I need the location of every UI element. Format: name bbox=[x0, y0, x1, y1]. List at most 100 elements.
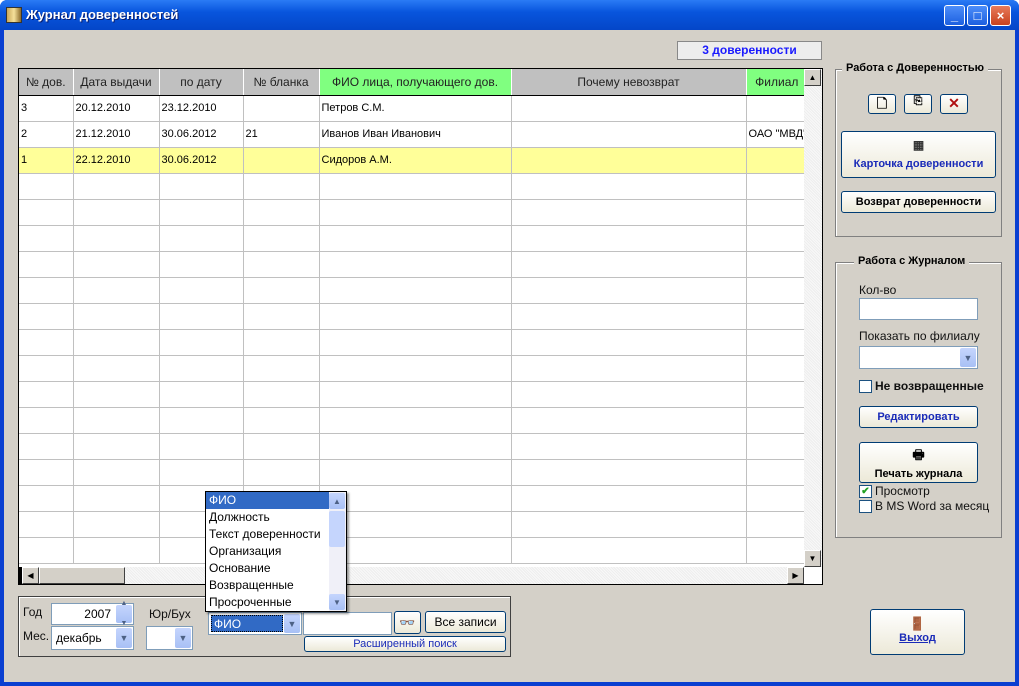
table-cell[interactable]: 23.12.2010 bbox=[159, 95, 244, 122]
table-cell[interactable] bbox=[746, 147, 809, 174]
table-cell[interactable] bbox=[511, 225, 747, 252]
dropdown-scroll-thumb[interactable] bbox=[329, 511, 345, 547]
table-row[interactable]: 3 20.12.2010 23.12.2010 Петров С.М. bbox=[19, 95, 809, 122]
table-cell[interactable]: 21.12.2010 bbox=[73, 121, 160, 148]
table-cell[interactable] bbox=[243, 199, 320, 226]
table-cell[interactable] bbox=[319, 225, 512, 252]
table-cell[interactable]: 30.06.2012 bbox=[159, 147, 244, 174]
table-cell[interactable] bbox=[746, 303, 809, 330]
chevron-down-icon[interactable]: ▼ bbox=[116, 628, 132, 648]
table-cell[interactable] bbox=[746, 329, 809, 356]
table-row[interactable]: 1 22.12.2010 30.06.2012 Сидоров А.М. bbox=[19, 147, 809, 174]
table-cell[interactable] bbox=[511, 95, 747, 122]
dropdown-option[interactable]: Возвращенные bbox=[206, 577, 346, 594]
qty-input[interactable] bbox=[859, 298, 978, 320]
table-cell[interactable] bbox=[511, 433, 747, 460]
table-cell[interactable] bbox=[243, 433, 320, 460]
table-cell[interactable] bbox=[19, 459, 74, 486]
table-cell[interactable] bbox=[319, 511, 512, 538]
copy-document-button[interactable]: ⎘ bbox=[904, 94, 932, 114]
table-cell[interactable] bbox=[319, 355, 512, 382]
table-cell[interactable] bbox=[19, 433, 74, 460]
close-button[interactable]: × bbox=[990, 5, 1011, 26]
table-cell[interactable] bbox=[319, 329, 512, 356]
table-cell[interactable]: ОАО "МВД" bbox=[746, 121, 809, 148]
column-header[interactable]: Филиал bbox=[746, 69, 809, 96]
return-proxy-button[interactable]: Возврат доверенности bbox=[841, 191, 996, 213]
new-document-button[interactable]: 🗋 bbox=[868, 94, 896, 114]
table-row[interactable]: 2 21.12.2010 30.06.2012 21 Иванов Иван Ивано… bbox=[19, 121, 809, 148]
table-cell[interactable] bbox=[511, 173, 747, 200]
word-checkbox[interactable] bbox=[859, 500, 872, 513]
table-cell[interactable] bbox=[511, 537, 747, 564]
delete-button[interactable]: ✕ bbox=[940, 94, 968, 114]
table-cell[interactable] bbox=[746, 537, 809, 564]
table-cell[interactable] bbox=[746, 277, 809, 304]
table-row[interactable] bbox=[19, 173, 809, 200]
dropdown-option[interactable]: Организация bbox=[206, 543, 346, 560]
table-cell[interactable] bbox=[73, 511, 160, 538]
table-cell[interactable] bbox=[159, 199, 244, 226]
column-header[interactable]: № дов. bbox=[19, 69, 74, 96]
dropdown-option[interactable]: Должность bbox=[206, 509, 346, 526]
table-cell[interactable] bbox=[511, 381, 747, 408]
table-cell[interactable] bbox=[746, 199, 809, 226]
table-cell[interactable] bbox=[243, 147, 320, 174]
table-cell[interactable] bbox=[159, 329, 244, 356]
table-cell[interactable] bbox=[319, 433, 512, 460]
not-returned-checkbox[interactable] bbox=[859, 380, 872, 393]
table-cell[interactable] bbox=[319, 173, 512, 200]
table-cell[interactable] bbox=[243, 355, 320, 382]
table-cell[interactable] bbox=[243, 251, 320, 278]
scroll-down-icon[interactable]: ▼ bbox=[804, 550, 821, 567]
scroll-up-icon[interactable]: ▲ bbox=[329, 493, 345, 509]
table-cell[interactable]: 30.06.2012 bbox=[159, 121, 244, 148]
table-cell[interactable] bbox=[159, 173, 244, 200]
table-cell[interactable] bbox=[19, 199, 74, 226]
table-cell[interactable] bbox=[319, 199, 512, 226]
spinner-arrows-icon[interactable]: ▲ ▼ bbox=[116, 600, 132, 627]
table-cell[interactable] bbox=[73, 329, 160, 356]
table-row[interactable] bbox=[19, 511, 809, 538]
chevron-down-icon[interactable]: ▼ bbox=[175, 628, 191, 648]
table-cell[interactable] bbox=[73, 303, 160, 330]
table-cell[interactable] bbox=[746, 173, 809, 200]
table-cell[interactable] bbox=[746, 251, 809, 278]
minimize-button[interactable]: _ bbox=[944, 5, 965, 26]
table-row[interactable] bbox=[19, 303, 809, 330]
dropdown-option[interactable]: ФИО bbox=[206, 492, 346, 509]
preview-checkbox[interactable]: ✔ bbox=[859, 485, 872, 498]
horizontal-scrollbar[interactable]: ◀ ▶ bbox=[19, 567, 804, 584]
branch-select[interactable]: ▼ bbox=[859, 346, 978, 369]
table-row[interactable] bbox=[19, 355, 809, 382]
chevron-down-icon[interactable]: ▼ bbox=[960, 348, 976, 367]
table-row[interactable] bbox=[19, 459, 809, 486]
table-cell[interactable] bbox=[511, 147, 747, 174]
table-cell[interactable]: 3 bbox=[19, 95, 74, 122]
table-row[interactable] bbox=[19, 433, 809, 460]
table-cell[interactable]: 22.12.2010 bbox=[73, 147, 160, 174]
table-cell[interactable] bbox=[746, 95, 809, 122]
table-cell[interactable] bbox=[243, 381, 320, 408]
table-cell[interactable] bbox=[19, 225, 74, 252]
table-cell[interactable]: Сидоров А.М. bbox=[319, 147, 512, 174]
table-cell[interactable] bbox=[319, 251, 512, 278]
table-cell[interactable] bbox=[319, 277, 512, 304]
table-cell[interactable] bbox=[746, 485, 809, 512]
table-cell[interactable] bbox=[73, 537, 160, 564]
table-cell[interactable] bbox=[159, 407, 244, 434]
table-cell[interactable] bbox=[243, 277, 320, 304]
column-header[interactable]: № бланка bbox=[243, 69, 320, 96]
scroll-left-icon[interactable]: ◀ bbox=[22, 567, 39, 584]
column-header[interactable]: по дату bbox=[159, 69, 244, 96]
table-cell[interactable] bbox=[746, 459, 809, 486]
type-select[interactable]: ▼ bbox=[146, 626, 193, 650]
table-cell[interactable] bbox=[243, 459, 320, 486]
search-field-dropdown-list[interactable]: ФИО Должность Текст доверенности Организаци… bbox=[205, 491, 347, 612]
column-header[interactable]: Почему невозврат bbox=[511, 69, 747, 96]
table-cell[interactable] bbox=[73, 485, 160, 512]
table-row[interactable] bbox=[19, 225, 809, 252]
table-cell[interactable] bbox=[511, 459, 747, 486]
table-row[interactable] bbox=[19, 381, 809, 408]
table-cell[interactable] bbox=[159, 251, 244, 278]
